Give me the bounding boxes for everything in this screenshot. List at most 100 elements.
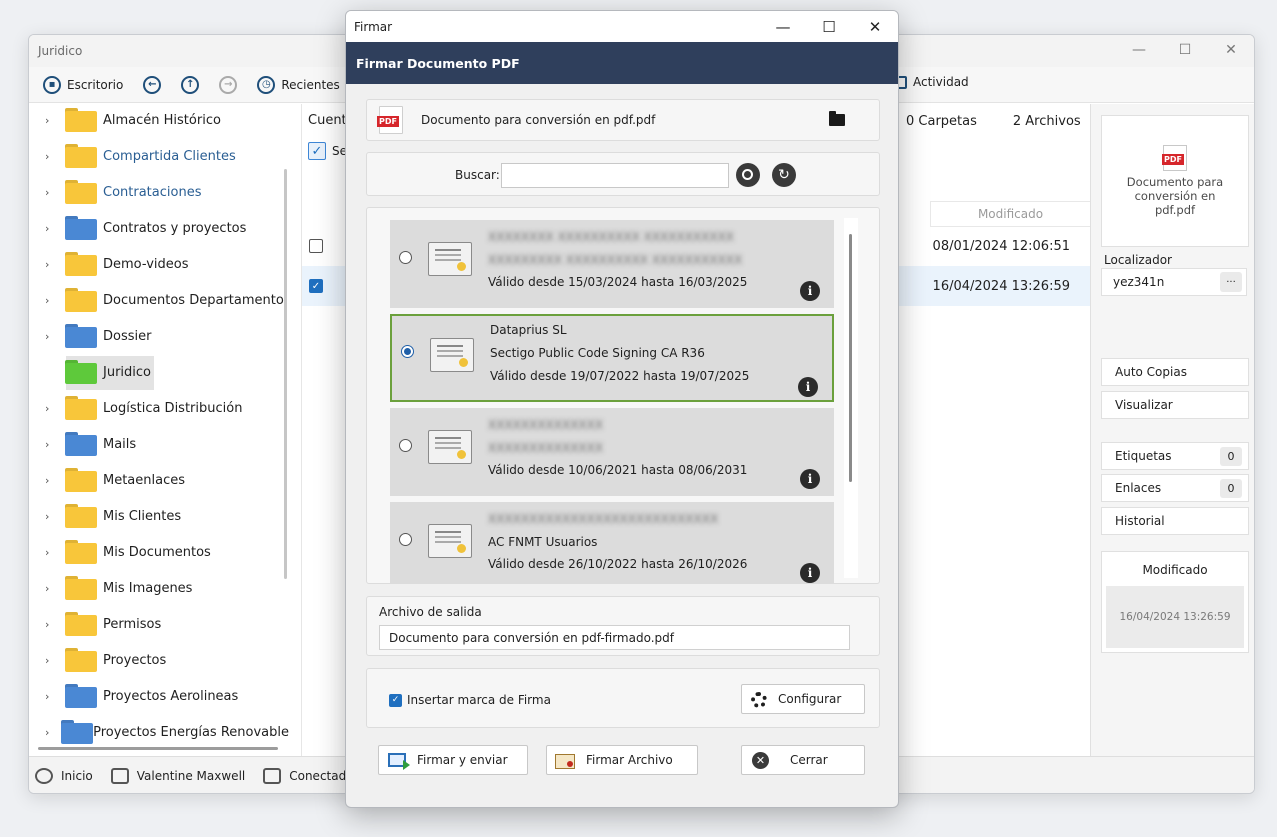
tree-item-label: Mails [103, 436, 137, 452]
chevron-right-icon[interactable]: › [45, 294, 65, 307]
chevron-right-icon[interactable]: › [45, 510, 65, 523]
minimize-icon[interactable]: — [1116, 35, 1162, 65]
escritorio-button[interactable]: ▪ Escritorio [35, 70, 131, 100]
certificate-item[interactable]: XXXXXXXXXXXXXXXXXXXXXXXXXXXX AC FNMT Usu… [390, 502, 834, 583]
localizador-field[interactable]: yez341n ... [1101, 268, 1247, 296]
tree-item[interactable]: › Mis Documentos [29, 536, 289, 568]
main-window-controls: — ☐ ✕ [1116, 35, 1254, 65]
document-panel: PDF Documento para conversión en pdf.pdf [366, 99, 880, 141]
enlaces-button[interactable]: Enlaces 0 [1101, 474, 1249, 502]
tree-item[interactable]: › Contrataciones [29, 176, 289, 208]
tree-item[interactable]: › Logística Distribución [29, 392, 289, 424]
chevron-right-icon[interactable]: › [45, 618, 65, 631]
select-all[interactable]: ✓ Sel [308, 142, 350, 160]
file-preview[interactable]: PDF Documento para conversión en pdf.pdf [1101, 115, 1249, 247]
chevron-right-icon[interactable]: › [45, 402, 65, 415]
tree-item[interactable]: › Proyectos Energías Renovable [29, 716, 289, 748]
certificate-subject: XXXXXXXXXXXXXXXXXXXXXXXXXXXX [488, 512, 719, 526]
cerrar-button[interactable]: ✕ Cerrar [741, 745, 865, 775]
tree-scrollbar[interactable] [284, 169, 287, 579]
firmar-archivo-label: Firmar Archivo [586, 753, 673, 767]
tree-item[interactable]: › Compartida Clientes [29, 140, 289, 172]
actividad-button[interactable]: Actividad [895, 75, 969, 89]
chevron-right-icon[interactable]: › [45, 330, 65, 343]
localizador-more-button[interactable]: ... [1220, 272, 1242, 292]
chevron-right-icon[interactable]: › [45, 258, 65, 271]
insert-mark-checkbox[interactable]: ✓ [389, 693, 402, 707]
certificate-item[interactable]: XXXXXXXX XXXXXXXXXX XXXXXXXXXXX XXXXXXXX… [390, 220, 834, 308]
tree-item[interactable]: › Demo-videos [29, 248, 289, 280]
column-modificado[interactable]: Modificado [930, 201, 1090, 227]
etiquetas-button[interactable]: Etiquetas 0 [1101, 442, 1249, 470]
chevron-right-icon[interactable]: › [45, 546, 65, 559]
tree-horizontal-scrollbar[interactable] [38, 747, 278, 750]
inicio-button[interactable]: Inicio [35, 767, 93, 784]
chevron-right-icon[interactable]: › [45, 150, 65, 163]
tree-item[interactable]: › Proyectos [29, 644, 289, 676]
visualizar-button[interactable]: Visualizar [1101, 391, 1249, 419]
configurar-button[interactable]: Configurar [741, 684, 865, 714]
tree-item[interactable]: › Documentos Departamento [29, 284, 289, 316]
certificate-radio[interactable] [399, 533, 412, 546]
maximize-icon[interactable]: ☐ [1162, 35, 1208, 65]
chevron-right-icon[interactable]: › [45, 438, 65, 451]
auto-copias-button[interactable]: Auto Copias [1101, 358, 1249, 386]
tree-item[interactable]: › Dossier [29, 320, 289, 352]
search-icon[interactable] [736, 163, 760, 187]
tree-item[interactable]: › Mails [29, 428, 289, 460]
certificate-radio[interactable] [401, 345, 414, 358]
tree-item-label: Mis Imagenes [103, 580, 193, 596]
tree-item[interactable]: › Metaenlaces [29, 464, 289, 496]
chevron-right-icon[interactable]: › [45, 582, 65, 595]
tree-item[interactable]: › Mis Clientes [29, 500, 289, 532]
tree-item[interactable]: › Almacén Histórico [29, 104, 289, 136]
chevron-right-icon[interactable]: › [45, 726, 61, 739]
back-button[interactable]: ← [135, 70, 169, 100]
certificate-radio[interactable] [399, 251, 412, 264]
info-icon[interactable]: i [800, 469, 820, 489]
recientes-button[interactable]: ◷ Recientes [249, 70, 347, 100]
cerrar-label: Cerrar [790, 753, 828, 767]
row-checkbox[interactable]: ✓ [309, 279, 323, 293]
row-checkbox[interactable] [309, 239, 323, 253]
forward-button[interactable]: → [211, 70, 245, 100]
certificate-item[interactable]: Dataprius SL Sectigo Public Code Signing… [390, 314, 834, 402]
firmar-dialog: Firmar — ☐ ✕ Firmar Documento PDF PDF Do… [345, 10, 899, 808]
tree-item[interactable]: › Permisos [29, 608, 289, 640]
tree-item-label: Mis Documentos [103, 544, 211, 560]
chevron-right-icon[interactable]: › [45, 474, 65, 487]
historial-button[interactable]: Historial [1101, 507, 1249, 535]
close-icon[interactable]: ✕ [852, 11, 898, 42]
certificate-scrollbar[interactable] [849, 234, 852, 482]
minimize-icon[interactable]: — [760, 11, 806, 42]
tree-item-label: Permisos [103, 616, 162, 632]
chevron-right-icon[interactable]: › [45, 222, 65, 235]
insert-mark-option[interactable]: ✓ Insertar marca de Firma [389, 693, 551, 707]
certificate-radio[interactable] [399, 439, 412, 452]
user-button[interactable]: Valentine Maxwell [110, 767, 245, 784]
folder-icon[interactable] [829, 111, 845, 126]
info-icon[interactable]: i [798, 377, 818, 397]
tree-item[interactable]: › Mis Imagenes [29, 572, 289, 604]
up-button[interactable]: ↑ [173, 70, 207, 100]
chevron-right-icon[interactable]: › [45, 186, 65, 199]
chevron-right-icon[interactable]: › [45, 690, 65, 703]
document-name: Documento para conversión en pdf.pdf [421, 113, 656, 127]
tree-item[interactable]: › Contratos y proyectos [29, 212, 289, 244]
tree-item-label: Logística Distribución [103, 400, 243, 416]
close-icon[interactable]: ✕ [1208, 35, 1254, 65]
search-input[interactable] [501, 163, 729, 188]
info-icon[interactable]: i [800, 281, 820, 301]
tree-item[interactable]: › Proyectos Aerolineas [29, 680, 289, 712]
chevron-right-icon[interactable]: › [45, 114, 65, 127]
output-file-field[interactable]: Documento para conversión en pdf-firmado… [379, 625, 850, 650]
certificate-item[interactable]: XXXXXXXXXXXXXX XXXXXXXXXXXXXX Válido des… [390, 408, 834, 496]
chevron-right-icon[interactable]: › [45, 654, 65, 667]
firmar-archivo-button[interactable]: Firmar Archivo [546, 745, 698, 775]
info-icon[interactable]: i [800, 563, 820, 583]
select-all-checkbox[interactable]: ✓ [308, 142, 326, 160]
maximize-icon[interactable]: ☐ [806, 11, 852, 42]
firmar-enviar-button[interactable]: Firmar y enviar [378, 745, 528, 775]
tree-item[interactable]: Juridico [29, 356, 289, 390]
refresh-icon[interactable]: ↻ [772, 163, 796, 187]
